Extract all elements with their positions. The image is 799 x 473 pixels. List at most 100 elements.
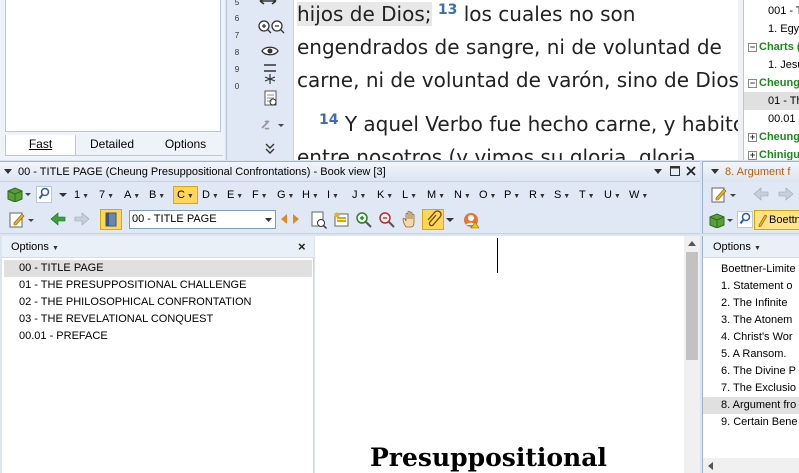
- toc-item[interactable]: 01 - THE PRESUPPOSITIONAL CHALLENGE: [4, 277, 312, 294]
- expand-icon[interactable]: +: [748, 151, 757, 160]
- close-icon[interactable]: [686, 165, 696, 177]
- tree-group[interactable]: + Cheung: [748, 128, 799, 146]
- collapse-icon[interactable]: −: [748, 79, 757, 88]
- letter-nav-k[interactable]: K ▼: [377, 186, 393, 204]
- book-content-pane[interactable]: Presuppositional: [315, 236, 684, 473]
- tab-fast[interactable]: Fast: [5, 135, 76, 156]
- right-options-menu[interactable]: Options ▼: [713, 241, 761, 253]
- toc-item[interactable]: 00 - TITLE PAGE: [4, 260, 312, 277]
- tree-group[interactable]: + Chinigu: [748, 146, 799, 160]
- outline-item[interactable]: 7. The Exclusio: [703, 380, 799, 397]
- tree-item[interactable]: 001 - T: [768, 2, 799, 20]
- highlight-icon[interactable]: [333, 211, 351, 229]
- letter-nav-i[interactable]: I ▼: [327, 186, 339, 204]
- letter-nav-g[interactable]: G ▼: [277, 186, 294, 204]
- dropdown-arrow-icon[interactable]: [59, 193, 67, 198]
- outline-item[interactable]: 1. Statement o: [703, 278, 799, 295]
- tab-options[interactable]: Options: [148, 135, 223, 156]
- outline-item[interactable]: Boettner-Limite: [703, 261, 799, 278]
- outline-item[interactable]: 2. The Infinite: [703, 295, 799, 312]
- book-cube-icon[interactable]: [708, 212, 734, 228]
- toc-item[interactable]: 03 - THE REVELATIONAL CONQUEST: [4, 311, 312, 328]
- outline-item[interactable]: 3. The Atonem: [703, 312, 799, 329]
- zoom-out-icon[interactable]: [378, 211, 396, 229]
- forward-arrow-icon[interactable]: [74, 212, 90, 226]
- letter-nav-u[interactable]: U ▼: [604, 186, 621, 204]
- bible-text-pane[interactable]: hijos de Dios; 13 los cuales no son enge…: [294, 0, 738, 160]
- letter-nav-p[interactable]: P ▼: [504, 186, 520, 204]
- chevron-down-double-icon[interactable]: [264, 142, 286, 162]
- user-warning-icon[interactable]: [463, 211, 483, 229]
- book-window-titlebar[interactable]: 00 - TITLE PAGE (Cheung Presuppositional…: [0, 161, 700, 182]
- resource-select[interactable]: Boettn: [754, 210, 799, 230]
- attachment-button[interactable]: [422, 209, 444, 230]
- toc-toggle-button[interactable]: [100, 209, 122, 230]
- toc-item[interactable]: 02 - THE PHILOSOPHICAL CONFRONTATION: [4, 294, 312, 311]
- letter-nav-j[interactable]: J ▼: [352, 186, 366, 204]
- letter-nav-e[interactable]: E ▼: [227, 186, 243, 204]
- document-search-icon[interactable]: [263, 90, 285, 110]
- letter-nav-d[interactable]: D ▼: [202, 186, 219, 204]
- tab-detailed[interactable]: Detailed: [76, 135, 148, 156]
- zoom-in-out-icon[interactable]: [257, 18, 285, 38]
- expand-icon[interactable]: +: [748, 133, 757, 142]
- scroll-left-arrow-icon[interactable]: [708, 462, 713, 470]
- maximize-icon[interactable]: [670, 166, 680, 176]
- letter-nav-7[interactable]: 7 ▼: [99, 186, 114, 204]
- tree-group[interactable]: − Charts (: [748, 38, 799, 56]
- letter-nav-o[interactable]: O ▼: [479, 186, 496, 204]
- back-arrow-icon[interactable]: [50, 212, 66, 226]
- letter-nav-b[interactable]: B ▼: [149, 186, 165, 204]
- window-menu-arrow-icon[interactable]: [654, 166, 662, 176]
- search-icon[interactable]: [36, 186, 52, 203]
- outline-item[interactable]: 9. Certain Bene: [703, 414, 799, 431]
- edit-note-icon[interactable]: [710, 186, 738, 204]
- tree-item-selected[interactable]: 01 - Th: [744, 92, 799, 110]
- scroll-up-arrow-icon[interactable]: [688, 241, 696, 246]
- right-horizontal-scrollbar[interactable]: [702, 458, 799, 473]
- letter-nav-n[interactable]: N ▼: [454, 186, 471, 204]
- outline-item[interactable]: 5. A Ransom.: [703, 346, 799, 363]
- letter-nav-h[interactable]: H ▼: [302, 186, 319, 204]
- search-results-list[interactable]: [5, 0, 221, 132]
- tree-item[interactable]: 1. Egy: [768, 20, 799, 38]
- resource-tree[interactable]: 001 - T 1. Egy −Charts ( 1. Jesu −Cheung…: [743, 0, 799, 160]
- pan-hand-icon[interactable]: [401, 210, 419, 229]
- eye-icon[interactable]: [261, 44, 283, 64]
- letter-nav-t[interactable]: T ▼: [579, 186, 595, 204]
- forward-arrow-icon[interactable]: [778, 187, 794, 201]
- edit-note-icon[interactable]: [8, 211, 36, 229]
- outline-item[interactable]: 4. Christ's Wor: [703, 329, 799, 346]
- verse-13-marker[interactable]: 13: [438, 2, 457, 18]
- outline-item-selected[interactable]: 8. Argument fro: [703, 397, 799, 414]
- prev-next-arrows-icon[interactable]: [280, 213, 300, 225]
- search-icon[interactable]: [737, 211, 753, 228]
- link-icon[interactable]: [259, 118, 284, 138]
- letter-nav-m[interactable]: M ▼: [427, 186, 445, 204]
- letter-nav-a[interactable]: A ▼: [124, 186, 140, 204]
- tree-item[interactable]: 00.01 -: [768, 110, 799, 128]
- tree-group[interactable]: − Cheung: [748, 74, 799, 92]
- outline-item[interactable]: 6. The Divine P: [703, 363, 799, 380]
- letter-nav-l[interactable]: L ▼: [402, 186, 417, 204]
- window-menu-arrow-icon[interactable]: [711, 169, 719, 175]
- zoom-in-icon[interactable]: [355, 211, 373, 229]
- toc-close-button[interactable]: ×: [298, 239, 306, 254]
- tree-item[interactable]: 1. Jesu: [768, 56, 799, 74]
- collapse-icon[interactable]: −: [748, 43, 757, 52]
- verse-14-marker[interactable]: 14: [319, 112, 338, 128]
- toc-item[interactable]: 00.01 - PREFACE: [4, 328, 312, 345]
- letter-nav-c[interactable]: C ▼: [173, 186, 198, 204]
- section-select[interactable]: 00 - TITLE PAGE: [129, 210, 276, 229]
- letter-nav-1[interactable]: 1 ▼: [74, 186, 89, 204]
- letter-nav-s[interactable]: S ▼: [554, 186, 570, 204]
- book-cube-icon[interactable]: [6, 186, 32, 202]
- window-menu-arrow-icon[interactable]: [4, 169, 12, 175]
- letter-nav-w[interactable]: W ▼: [629, 186, 648, 204]
- letter-nav-f[interactable]: F ▼: [252, 186, 268, 204]
- print-preview-icon[interactable]: [310, 211, 328, 229]
- expand-arrows-icon[interactable]: [257, 0, 279, 14]
- back-arrow-icon[interactable]: [753, 187, 769, 201]
- dropdown-arrow-icon[interactable]: [446, 218, 454, 223]
- right-window-titlebar[interactable]: 8. Argument f: [702, 161, 799, 182]
